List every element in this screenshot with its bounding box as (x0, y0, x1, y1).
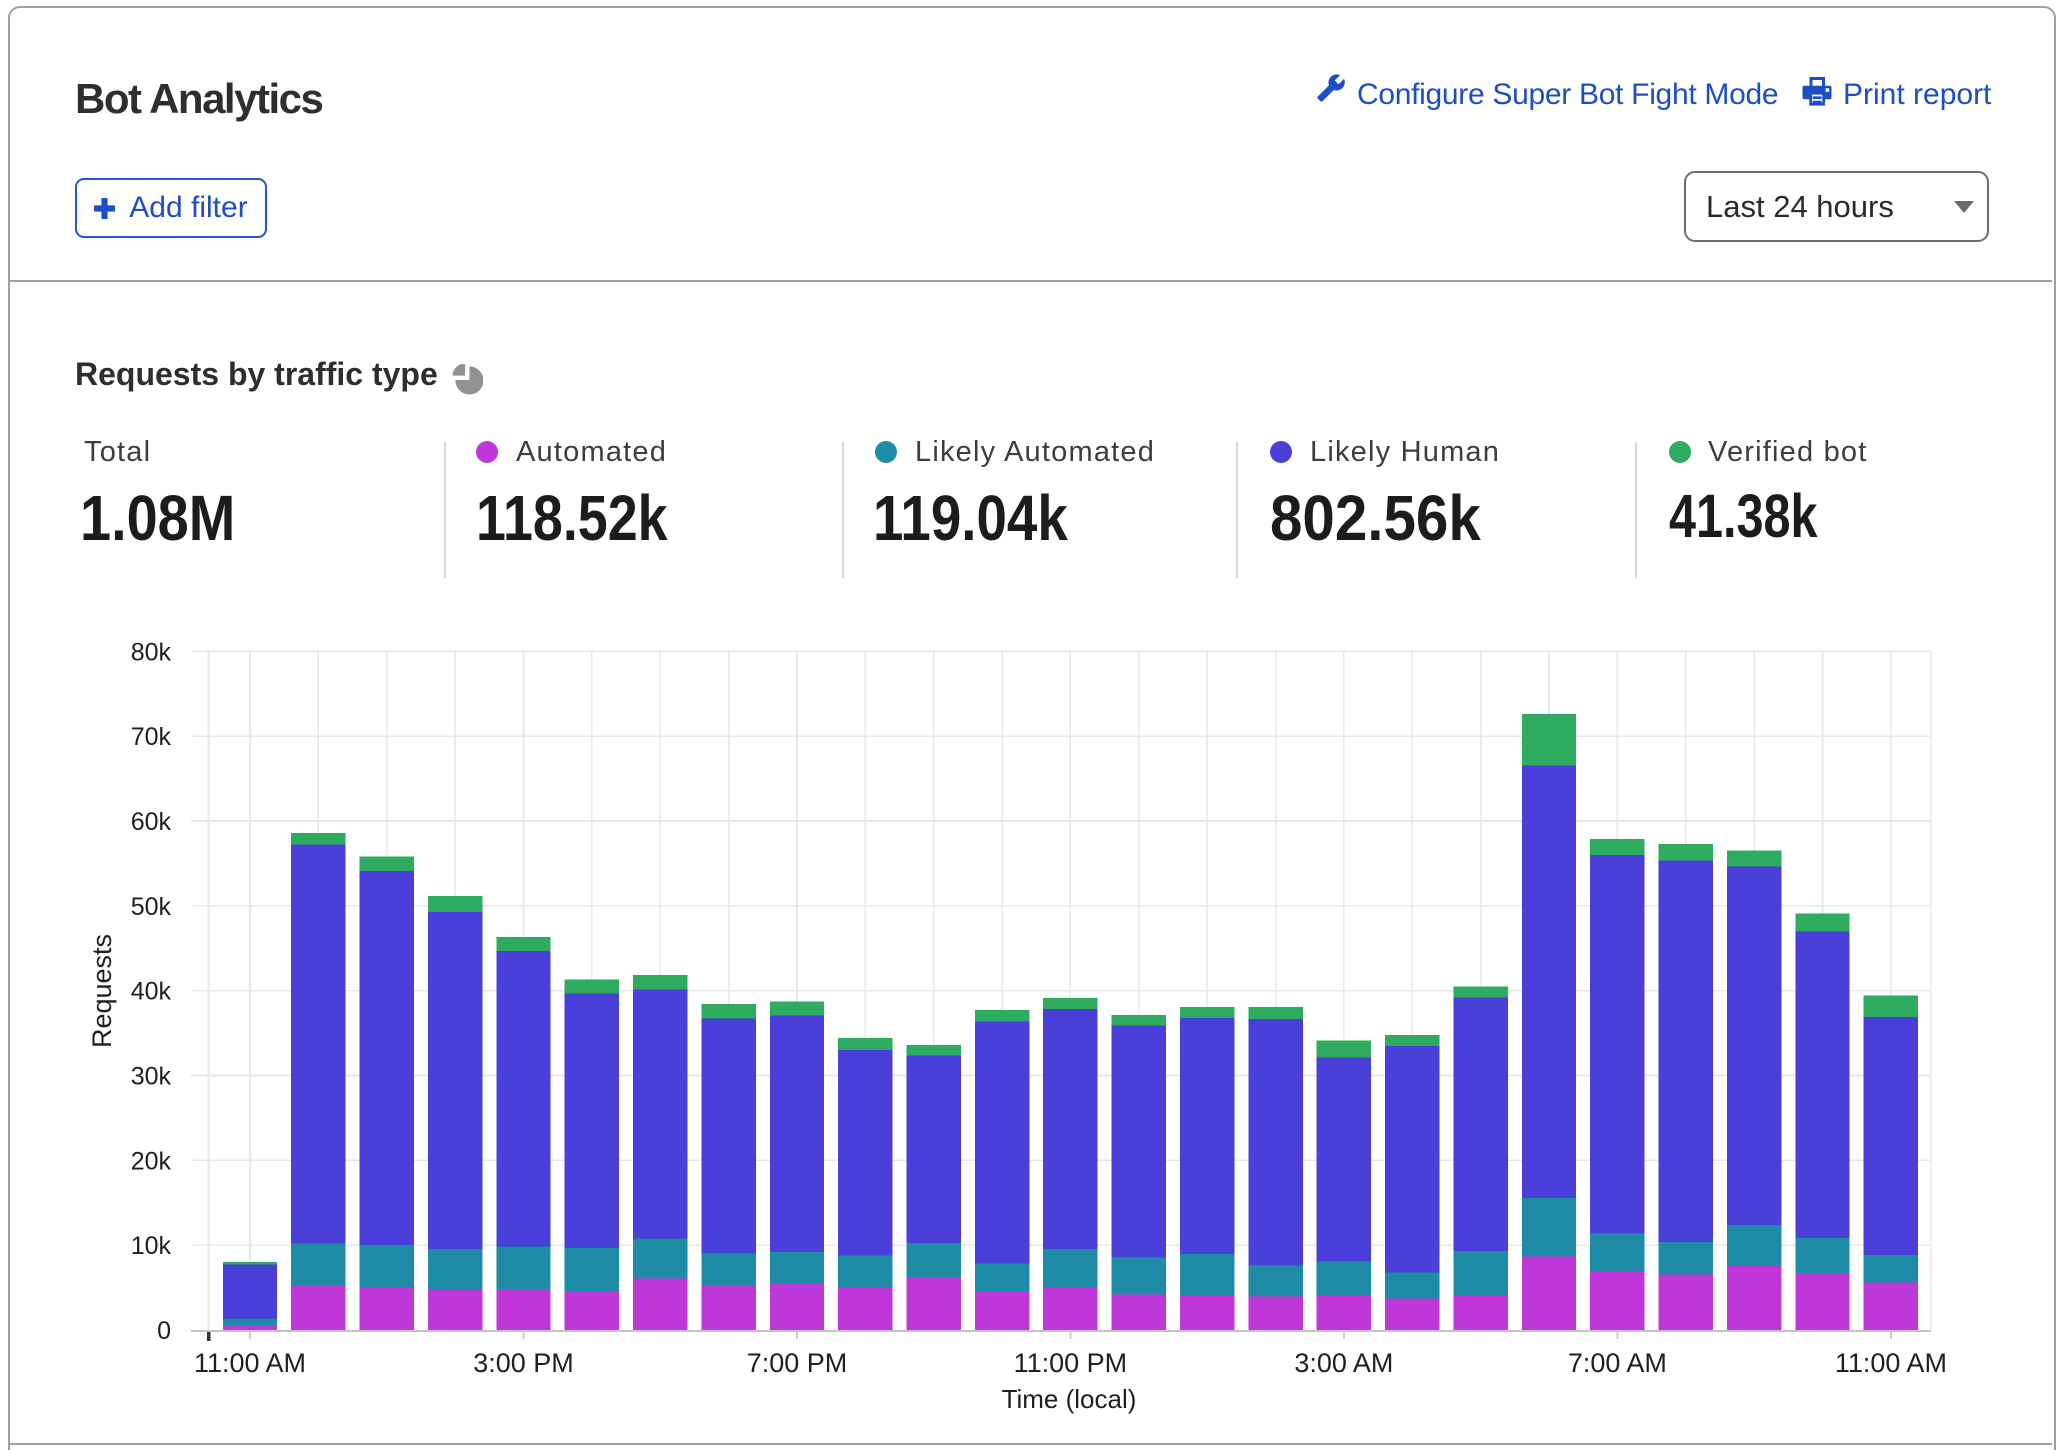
svg-text:0: 0 (157, 1317, 171, 1345)
svg-text:20k: 20k (131, 1147, 172, 1175)
svg-text:40k: 40k (131, 978, 172, 1006)
svg-text:Requests: Requests (87, 934, 117, 1048)
svg-text:11:00 AM: 11:00 AM (1835, 1348, 1947, 1378)
svg-text:11:00 AM: 11:00 AM (194, 1348, 306, 1378)
svg-text:11:00 PM: 11:00 PM (1014, 1348, 1128, 1378)
svg-text:3:00 AM: 3:00 AM (1294, 1348, 1393, 1378)
svg-text:80k: 80k (131, 638, 172, 666)
svg-text:50k: 50k (131, 893, 172, 921)
svg-text:60k: 60k (131, 808, 172, 836)
svg-text:30k: 30k (131, 1063, 172, 1091)
svg-text:3:00 PM: 3:00 PM (473, 1348, 574, 1378)
svg-text:7:00 PM: 7:00 PM (747, 1348, 848, 1378)
svg-text:70k: 70k (131, 723, 172, 751)
svg-text:10k: 10k (131, 1232, 172, 1260)
svg-text:7:00 AM: 7:00 AM (1568, 1348, 1667, 1378)
svg-text:Time (local): Time (local) (1002, 1384, 1137, 1414)
